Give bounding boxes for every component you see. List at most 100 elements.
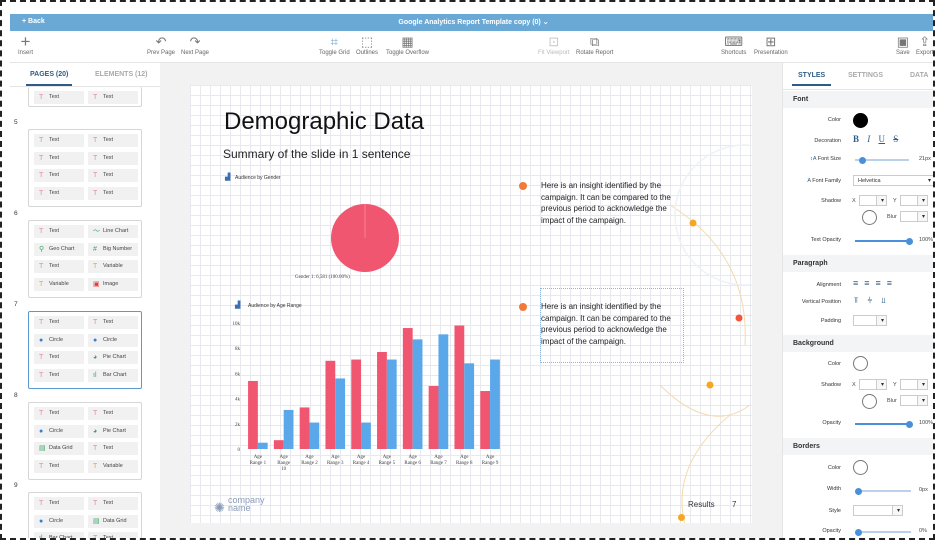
element-chip[interactable]: T Text	[88, 497, 138, 510]
bar[interactable]	[257, 442, 268, 449]
presentation-button[interactable]: ⊞ Presentation	[754, 33, 788, 56]
report-slide[interactable]: Demographic Data Summary of the slide in…	[190, 85, 752, 523]
shortcuts-button[interactable]: ⌨ Shortcuts	[721, 33, 746, 56]
next-page-button[interactable]: ↷ Next Page	[181, 33, 209, 56]
element-chip[interactable]: T Text	[88, 151, 138, 165]
element-chip[interactable]: T Variable	[34, 277, 84, 291]
font-family-select[interactable]: Helvetica	[853, 175, 933, 186]
element-chip[interactable]: T Text	[34, 134, 84, 147]
align-middle-icon[interactable]: ⫩	[868, 296, 882, 305]
slider-knob[interactable]	[906, 420, 913, 428]
element-chip[interactable]: T Text	[88, 316, 138, 329]
bar-chart[interactable]: 0 2k 4k 6k 8k 10k Age Range 1 Age Range 10 Age Range…	[220, 315, 510, 475]
page-thumbnail[interactable]: T Text T Text ● Circle ▤ Data Grid ıl Bar Chart T T…	[28, 492, 142, 538]
element-chip[interactable]: T Text	[34, 459, 84, 473]
tab-data[interactable]: DATA	[910, 72, 928, 79]
decoration-buttons[interactable]: B I U S	[853, 134, 898, 144]
element-chip[interactable]: ▤ Data Grid	[34, 442, 84, 455]
padding-input[interactable]: ▾	[853, 315, 887, 326]
bar[interactable]	[464, 363, 475, 449]
slider-knob[interactable]	[855, 487, 862, 495]
bg-shadow-blur-input[interactable]: ▾	[900, 395, 928, 406]
bar[interactable]	[273, 440, 284, 449]
save-button[interactable]: ▣ Save	[896, 33, 910, 56]
element-chip[interactable]: T Variable	[88, 459, 138, 473]
strikethrough-icon[interactable]: S	[893, 134, 898, 144]
align-center-icon[interactable]: ≡	[864, 278, 875, 288]
element-chip[interactable]: ● Circle	[88, 333, 138, 347]
bar[interactable]	[386, 359, 397, 449]
page-thumbnail[interactable]: T Text T Text ● Circle ◕ Pie Chart ▤ Data Grid T Te…	[28, 402, 142, 480]
element-chip[interactable]: T Text	[34, 497, 84, 510]
bar[interactable]	[480, 391, 491, 449]
background-color-swatch[interactable]	[853, 356, 868, 371]
insight-2-text[interactable]: Here is an insight identified by the cam…	[541, 301, 691, 347]
element-chip[interactable]: T Text	[34, 91, 84, 104]
text-opacity-slider[interactable]	[855, 237, 913, 245]
border-style-select[interactable]: ▾	[853, 505, 903, 516]
slider-knob[interactable]	[859, 156, 866, 164]
tab-pages[interactable]: PAGES (20)	[25, 71, 73, 86]
bar[interactable]	[428, 386, 439, 449]
rotate-report-button[interactable]: ⧉ Rotate Report	[576, 33, 613, 56]
element-chip[interactable]: T Text	[34, 225, 84, 238]
pie-chart[interactable]	[330, 203, 400, 273]
borders-section-header[interactable]: Borders	[783, 438, 933, 455]
toggle-grid-button[interactable]: ⌗ Toggle Grid	[319, 33, 350, 56]
element-chip[interactable]: ıl Bar Chart	[34, 532, 84, 538]
align-bottom-icon[interactable]: ⫫	[881, 296, 895, 305]
bar[interactable]	[402, 328, 413, 449]
vertical-position-buttons[interactable]: ⫪⫩⫫	[854, 296, 895, 306]
bg-shadow-x-input[interactable]: ▾	[859, 379, 887, 390]
font-size-slider[interactable]	[855, 156, 909, 164]
element-chip[interactable]: ▤ Data Grid	[88, 514, 138, 528]
element-chip[interactable]: ◕ Pie Chart	[88, 351, 138, 364]
element-chip[interactable]: T Text	[34, 316, 84, 329]
element-chip[interactable]: ● Circle	[34, 424, 84, 438]
tab-styles[interactable]: STYLES	[791, 72, 832, 86]
element-chip[interactable]: T Text	[88, 169, 138, 182]
italic-icon[interactable]: I	[867, 134, 870, 144]
align-left-icon[interactable]: ≡	[853, 278, 864, 288]
slider-knob[interactable]	[855, 528, 862, 536]
border-width-slider[interactable]	[855, 487, 911, 495]
tab-elements[interactable]: ELEMENTS (12)	[95, 71, 148, 78]
bar[interactable]	[351, 359, 362, 449]
bar[interactable]	[412, 339, 423, 449]
bar[interactable]	[454, 325, 465, 449]
element-chip[interactable]: T Text	[34, 186, 84, 200]
alignment-buttons[interactable]: ≡≡≡≡	[853, 278, 898, 288]
tab-settings[interactable]: SETTINGS	[848, 72, 883, 79]
element-chip[interactable]: T Text	[88, 134, 138, 147]
element-chip[interactable]: ıl Bar Chart	[88, 368, 138, 382]
page-thumbnail[interactable]: T Text T Text	[28, 87, 142, 107]
slide-title[interactable]: Demographic Data	[224, 108, 424, 136]
bar[interactable]	[490, 359, 500, 449]
element-chip[interactable]: T Text	[88, 532, 138, 538]
bar[interactable]	[309, 422, 320, 449]
element-chip[interactable]: ● Circle	[34, 514, 84, 528]
element-chip[interactable]: 〜 Line Chart	[88, 225, 138, 238]
bar[interactable]	[283, 409, 294, 449]
prev-page-button[interactable]: ↶ Prev Page	[147, 33, 175, 56]
bar[interactable]	[325, 360, 336, 449]
align-top-icon[interactable]: ⫪	[854, 296, 868, 305]
bold-icon[interactable]: B	[853, 134, 859, 144]
report-title[interactable]: Google Analytics Report Template copy (0…	[10, 18, 933, 26]
element-chip[interactable]: ● Circle	[34, 333, 84, 347]
element-chip[interactable]: T Text	[34, 351, 84, 364]
font-color-swatch[interactable]	[853, 113, 868, 128]
element-chip[interactable]: T Text	[88, 91, 138, 104]
bg-shadow-color-swatch[interactable]	[862, 394, 877, 409]
insert-button[interactable]: + Insert	[18, 33, 33, 56]
bar[interactable]	[361, 422, 371, 449]
toggle-overflow-button[interactable]: ▦ Toggle Overflow	[386, 33, 429, 56]
fit-viewport-button[interactable]: ⊡ Fit Viewport	[538, 33, 570, 56]
border-opacity-slider[interactable]	[855, 528, 911, 536]
page-thumbnail[interactable]: T Text T Text T Text T Text T Text T Text T Text T Text	[28, 129, 142, 207]
bar[interactable]	[377, 351, 387, 449]
background-opacity-slider[interactable]	[855, 420, 913, 428]
align-right-icon[interactable]: ≡	[876, 278, 887, 288]
align-justify-icon[interactable]: ≡	[887, 278, 898, 288]
outlines-button[interactable]: ⬚ Outlines	[356, 33, 378, 56]
